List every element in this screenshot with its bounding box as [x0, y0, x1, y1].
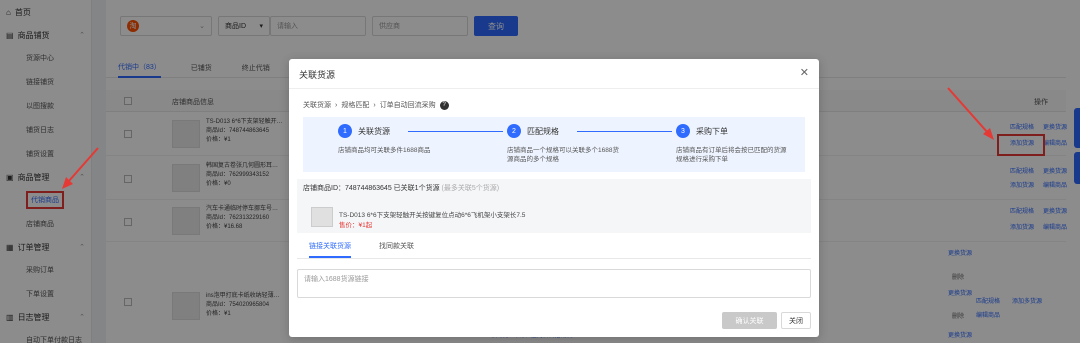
step-desc: 店铺商品一个规格可以关联多个1688货源商品的多个规格 [507, 147, 619, 163]
step-desc: 店铺商品有订单后将会按已匹配的货源规格进行采购下单 [676, 147, 787, 163]
step-number: 1 [338, 124, 352, 138]
tab-find-similar[interactable]: 找同款关联 [379, 241, 414, 256]
steps-panel: 1 关联货源 店铺商品均可关联多件1688商品 2 匹配规格 店铺商品一个规格可… [303, 117, 805, 172]
step-connector [408, 131, 503, 132]
help-icon[interactable]: ? [439, 100, 449, 110]
step-number: 3 [676, 124, 690, 138]
step-title: 采购下单 [696, 127, 728, 136]
chevron-right-icon: › [373, 101, 376, 109]
linked-count: 已关联1个货源 [393, 185, 440, 192]
link-source-dialog: 关联货源 ✕ 关联货源 › 规格匹配 › 订单自动回流采购 ? 1 关联货源 店… [289, 59, 819, 337]
source-thumbnail [311, 207, 333, 227]
step-connector [577, 131, 672, 132]
step-desc: 店铺商品均可关联多件1688商品 [338, 147, 431, 154]
annotation-arrow-action [947, 87, 989, 134]
step-number: 2 [507, 124, 521, 138]
step-title: 关联货源 [358, 127, 390, 136]
step-title: 匹配规格 [527, 127, 559, 136]
chevron-right-icon: › [335, 101, 338, 109]
annotation-arrow-sidebar [67, 147, 99, 183]
shop-product-id: 店铺商品ID：748744863645 [303, 185, 392, 192]
tab-link-source[interactable]: 链接关联货源 [309, 241, 351, 258]
close-button[interactable]: 关闭 [781, 312, 811, 329]
source-link-input[interactable] [297, 269, 811, 298]
dialog-tabs: 链接关联货源 找同款关联 [297, 237, 811, 259]
close-icon[interactable]: ✕ [800, 66, 809, 79]
divider [289, 88, 819, 89]
dialog-title: 关联货源 [299, 70, 336, 80]
source-product-name[interactable]: TS-D013 6*6下支架轻触开关按键复位点动6*6飞机架小支架长7.5 [339, 209, 525, 219]
source-price: 售价：¥1起 [339, 222, 373, 229]
linked-source-panel: 店铺商品ID：748744863645 已关联1个货源 (最多关联5个货源) T… [297, 179, 811, 233]
max-hint: (最多关联5个货源) [441, 185, 500, 192]
confirm-link-button[interactable]: 确认关联 [722, 312, 777, 329]
breadcrumb: 关联货源 › 规格匹配 › 订单自动回流采购 ? [303, 100, 449, 110]
